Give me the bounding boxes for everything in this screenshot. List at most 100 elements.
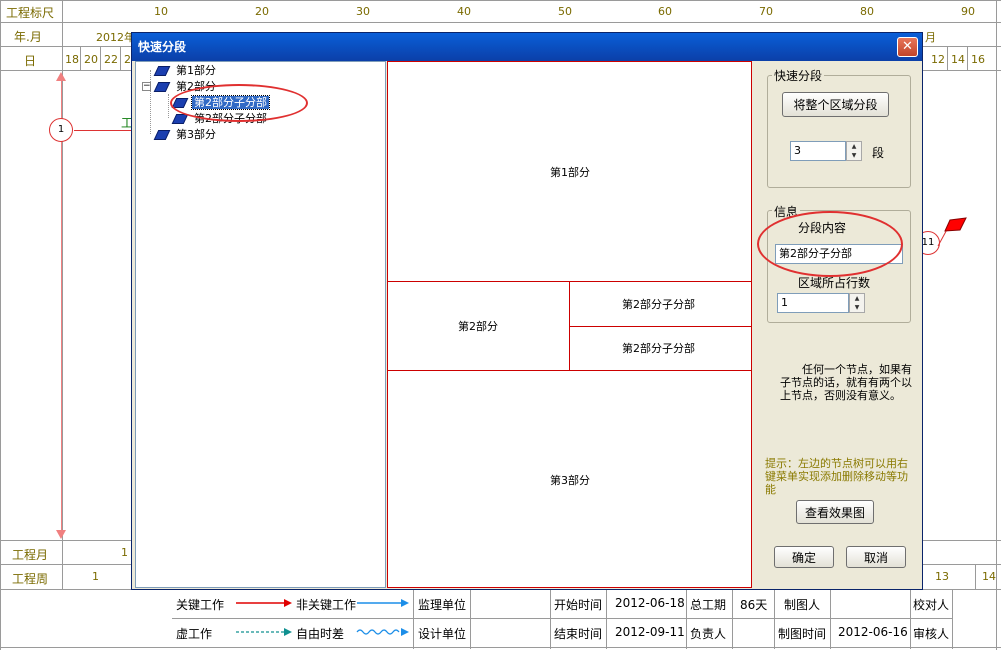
free-float-arrow-icon	[356, 628, 409, 636]
grid-line	[0, 0, 1001, 1]
tree-item-part1[interactable]: 第1部分	[153, 63, 218, 79]
tree-item-part3[interactable]: 第3部分	[153, 127, 218, 143]
grid-line	[967, 46, 968, 70]
section-icon	[153, 66, 171, 76]
tree-item-label: 第3部分	[176, 128, 216, 141]
scale-tick: 80	[860, 5, 874, 18]
dialog-title[interactable]: 快速分段	[132, 33, 922, 61]
grid-line	[80, 46, 81, 70]
section-icon	[153, 130, 171, 140]
day-cell: 12	[931, 53, 945, 66]
section-icon	[171, 114, 189, 124]
network-node[interactable]: 1	[49, 118, 73, 142]
grid-line	[470, 589, 471, 649]
start-time-value: 2012-06-18	[615, 596, 685, 610]
legend-critical-label: 关键工作	[176, 598, 225, 612]
day-cell: 22	[104, 53, 118, 66]
annotation-circle	[170, 84, 308, 122]
day-cell: 18	[65, 53, 79, 66]
section-tree[interactable]: − 第1部分 第2部分 第2部分子分部 第2部分子分部 第3部分	[135, 61, 386, 588]
year-month-value: 2012年	[96, 31, 135, 44]
tree-guide-line	[168, 94, 169, 118]
day-cell: 20	[84, 53, 98, 66]
segment-unit-label: 段	[872, 146, 885, 160]
checker-label: 校对人	[913, 598, 950, 612]
grid-line	[686, 589, 687, 649]
tree-guide-line	[150, 70, 151, 134]
cancel-button[interactable]: 取消	[846, 546, 906, 568]
total-duration-value: 86天	[740, 598, 768, 612]
segment-count-input[interactable]: 3	[790, 141, 846, 161]
collapse-icon[interactable]: −	[142, 82, 151, 91]
preview-cell-part3: 第3部分	[550, 474, 590, 487]
project-week-value: 14	[982, 570, 996, 583]
flag-icon	[937, 217, 967, 247]
split-preview: 第1部分 第2部分 第2部分子分部 第2部分子分部 第3部分	[387, 61, 752, 588]
scale-tick: 70	[759, 5, 773, 18]
preview-divider	[388, 370, 751, 371]
spin-down-icon[interactable]: ▼	[847, 151, 861, 160]
arrow-down-icon	[56, 530, 66, 539]
preview-divider	[569, 326, 751, 327]
split-all-button[interactable]: 将整个区域分段	[782, 92, 889, 117]
day-cell: 2	[124, 53, 131, 66]
supervisor-unit-label: 监理单位	[418, 598, 467, 612]
project-month-value: 1	[121, 546, 128, 559]
ok-button[interactable]: 确定	[774, 546, 834, 568]
grid-line	[0, 0, 1, 650]
draw-time-value: 2012-06-16	[838, 625, 908, 639]
legend-dummy-label: 虚工作	[176, 627, 213, 641]
rows-stepper[interactable]: ▲ ▼	[849, 293, 865, 313]
project-week-value: 1	[92, 570, 99, 583]
grid-line	[975, 564, 976, 589]
project-month-label: 工程月	[12, 548, 49, 562]
draw-time-label: 制图时间	[778, 627, 827, 641]
grid-line	[732, 589, 733, 649]
scale-tick: 50	[558, 5, 572, 18]
grid-line	[830, 589, 831, 649]
legend-noncritical-label: 非关键工作	[296, 598, 357, 612]
scale-tick: 10	[154, 5, 168, 18]
critical-arrow-icon	[236, 599, 292, 607]
noncritical-arrow-icon	[357, 599, 409, 607]
segment-count-stepper[interactable]: ▲ ▼	[846, 141, 862, 161]
tree-item-label: 第1部分	[176, 64, 216, 77]
grid-line	[100, 46, 101, 70]
year-month-row-label: 年.月	[14, 30, 42, 44]
day-cell: 14	[951, 53, 965, 66]
responsible-label: 负责人	[690, 627, 727, 641]
timeline-arrow	[61, 75, 62, 537]
quick-split-dialog: 快速分段 ✕ − 第1部分 第2部分 第2部分子分部 第2部分子分部 第3部分	[131, 32, 923, 590]
preview-cell-part1: 第1部分	[550, 166, 590, 179]
hint-text: 提示：左边的节点树可以用右键菜单实现添加删除移动等功能	[765, 457, 908, 496]
grid-line	[947, 46, 948, 70]
scale-tick: 90	[961, 5, 975, 18]
close-button[interactable]: ✕	[897, 37, 918, 57]
grid-line	[606, 589, 607, 649]
grid-line	[172, 618, 952, 619]
scale-tick: 30	[356, 5, 370, 18]
end-time-value: 2012-09-11	[615, 625, 685, 639]
total-duration-label: 总工期	[690, 598, 727, 612]
grid-line	[550, 589, 551, 649]
day-row-label: 日	[24, 54, 37, 68]
scale-tick: 40	[457, 5, 471, 18]
spin-up-icon[interactable]: ▲	[850, 294, 864, 303]
preview-cell-part2: 第2部分	[458, 320, 498, 333]
project-week-label: 工程周	[12, 572, 49, 586]
rows-input[interactable]: 1	[777, 293, 849, 313]
spin-down-icon[interactable]: ▼	[850, 303, 864, 312]
end-time-label: 结束时间	[554, 627, 603, 641]
view-result-button[interactable]: 查看效果图	[796, 500, 874, 524]
preview-cell-sub1: 第2部分子分部	[622, 298, 695, 311]
grid-line	[910, 589, 911, 649]
annotation-circle	[757, 211, 903, 277]
scale-tick: 60	[658, 5, 672, 18]
drawer-label: 制图人	[784, 598, 821, 612]
ruler-row-label: 工程标尺	[6, 6, 55, 20]
grid-line	[952, 589, 953, 649]
dummy-arrow-icon	[236, 628, 292, 636]
grid-line	[774, 589, 775, 649]
grid-line	[62, 0, 63, 590]
spin-up-icon[interactable]: ▲	[847, 142, 861, 151]
